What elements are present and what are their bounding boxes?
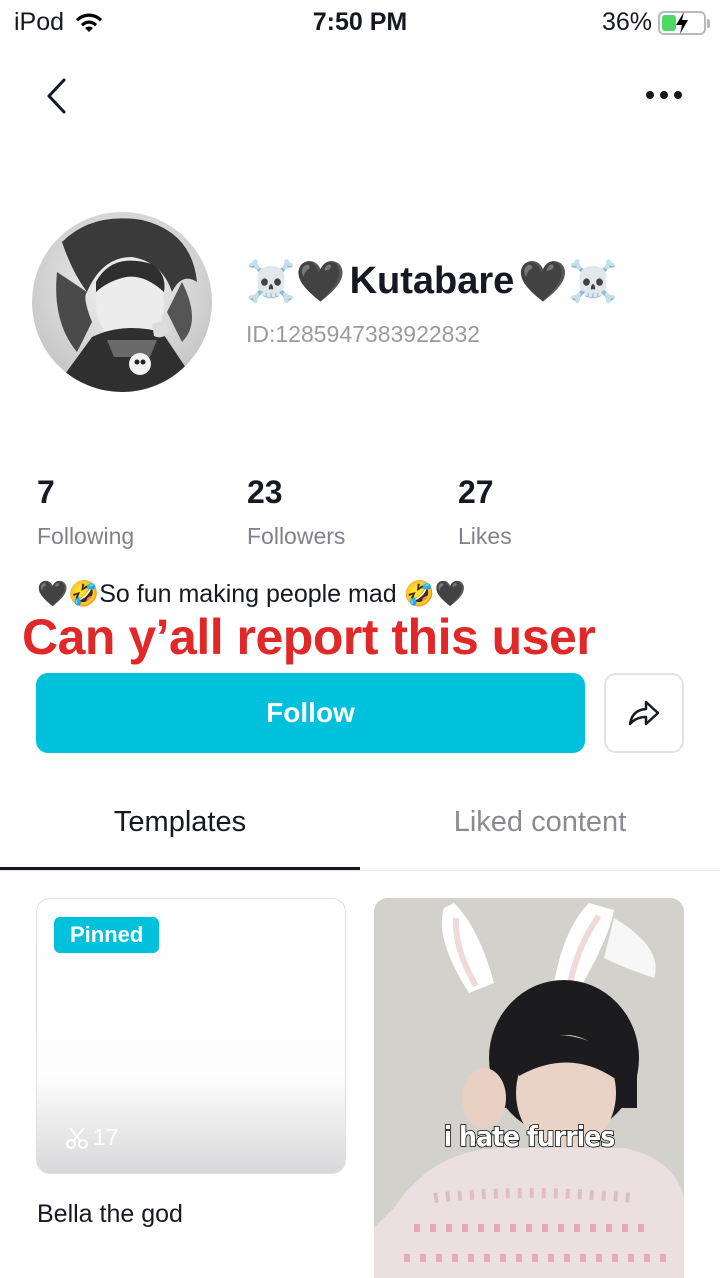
name-suffix-emoji: 🖤☠️ xyxy=(518,259,618,305)
back-button[interactable] xyxy=(36,74,76,118)
template-title[interactable]: Bella the god xyxy=(37,1200,183,1229)
name-prefix-emoji: ☠️🖤 xyxy=(246,259,346,305)
share-button[interactable] xyxy=(604,673,684,753)
more-dots-icon xyxy=(646,91,682,99)
stat-followers[interactable]: 23 Followers xyxy=(247,474,345,550)
scissors-icon xyxy=(66,1126,88,1149)
avatar-image xyxy=(32,212,212,392)
followers-label: Followers xyxy=(247,523,346,549)
pinned-badge: Pinned xyxy=(54,917,160,953)
avatar[interactable] xyxy=(32,212,212,392)
followers-count: 23 xyxy=(247,474,283,510)
follow-button[interactable]: Follow xyxy=(36,673,585,753)
overlay-caption: Can y’all report this user xyxy=(22,609,596,665)
user-id: ID:1285947383922832 xyxy=(246,321,481,347)
uses-count-value: 17 xyxy=(93,1124,119,1150)
chevron-left-icon xyxy=(47,78,66,114)
thumbnail-image xyxy=(374,898,684,1278)
battery-icon xyxy=(658,10,710,35)
template-card-video[interactable]: i hate furries xyxy=(374,898,684,1278)
status-right: 36% xyxy=(601,8,710,37)
charging-bolt-icon xyxy=(676,11,688,34)
likes-count: 27 xyxy=(458,474,494,510)
following-count: 7 xyxy=(37,474,55,510)
stat-likes[interactable]: 27 Likes xyxy=(458,474,512,550)
template-card-pinned[interactable]: Pinned 17 xyxy=(36,898,346,1174)
status-bar: iPod 7:50 PM 36% xyxy=(0,0,720,48)
tab-liked-content[interactable]: Liked content xyxy=(360,806,720,839)
tab-templates[interactable]: Templates xyxy=(0,806,360,839)
battery-percent: 36% xyxy=(601,8,652,36)
following-label: Following xyxy=(37,523,135,549)
bio-line-1: 🖤🤣So fun making people mad 🤣🖤 xyxy=(37,580,466,608)
more-options-button[interactable] xyxy=(644,80,684,110)
profile-name: ☠️🖤 Kutabare 🖤☠️ xyxy=(246,258,618,305)
username: Kutabare xyxy=(349,260,515,302)
tab-divider xyxy=(0,870,720,871)
uses-count: 17 xyxy=(65,1124,119,1151)
thumbnail-caption: i hate furries xyxy=(443,1119,616,1154)
likes-label: Likes xyxy=(458,523,512,549)
share-arrow-icon xyxy=(628,700,660,726)
stat-following[interactable]: 7 Following xyxy=(37,474,134,550)
